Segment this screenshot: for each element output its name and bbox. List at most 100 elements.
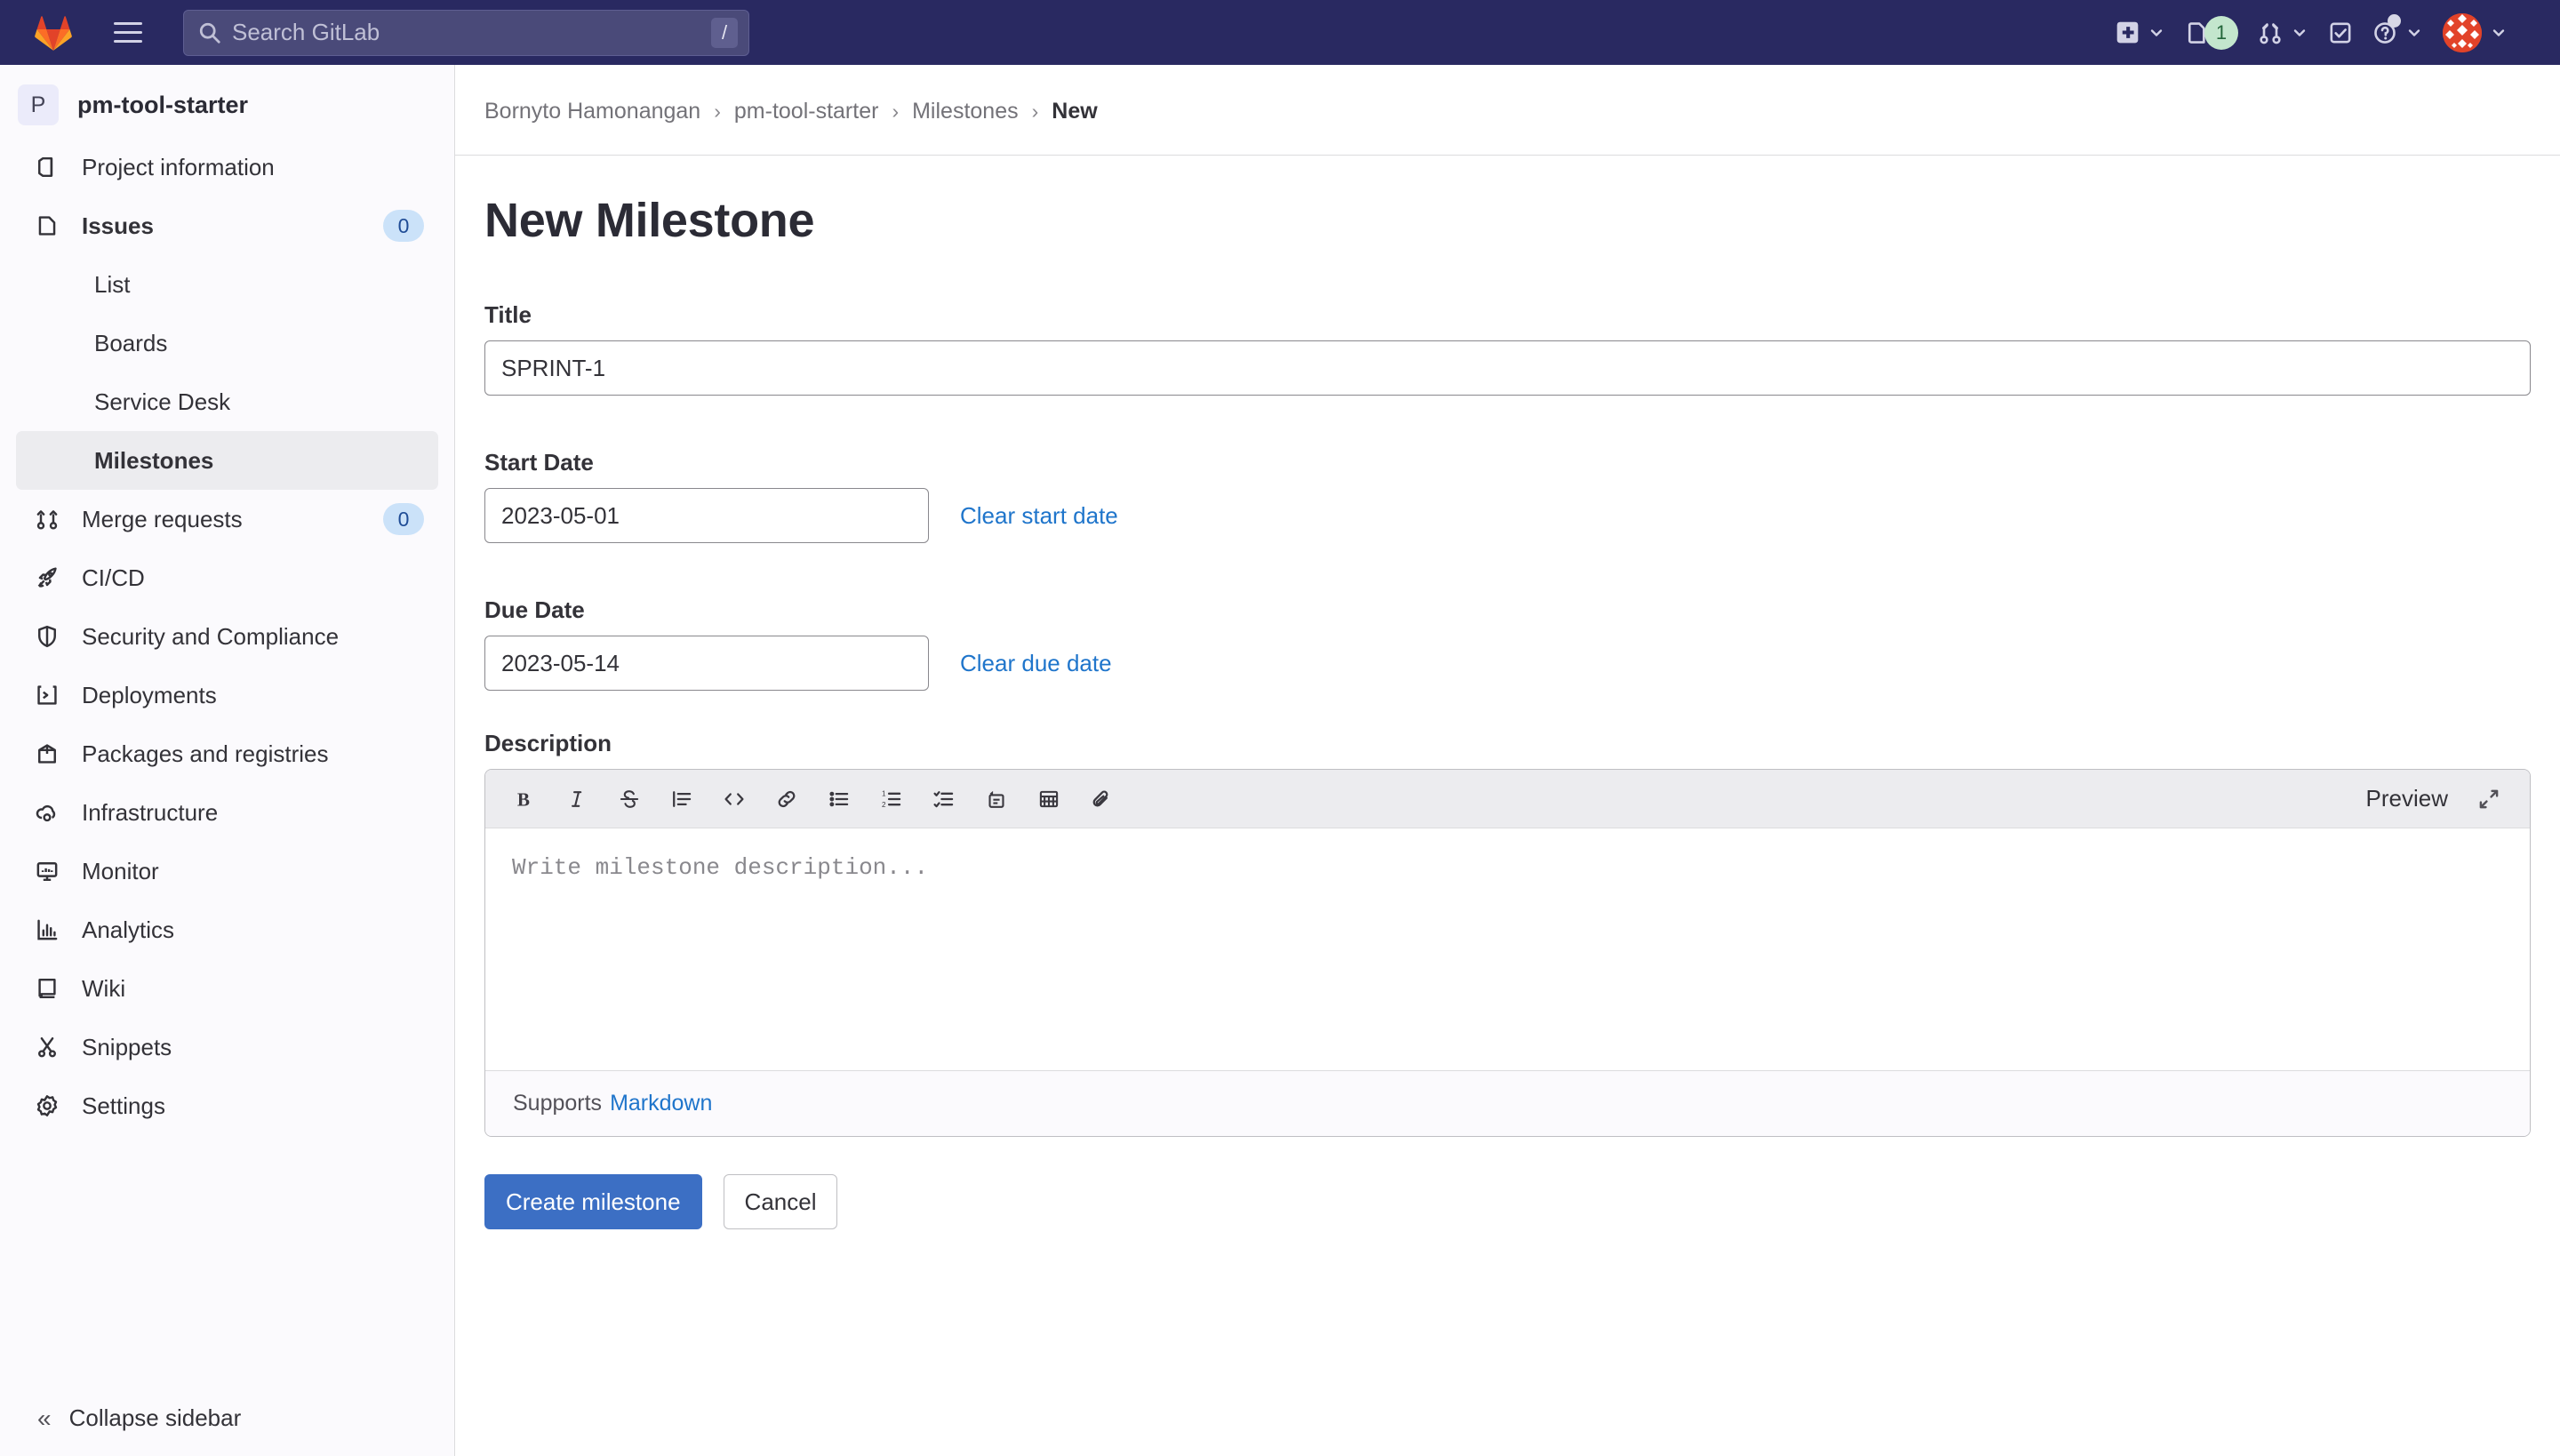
merge-requests-count-badge: 0: [383, 503, 424, 535]
sidebar-item-analytics[interactable]: Analytics: [16, 900, 438, 959]
sidebar-item-settings[interactable]: Settings: [16, 1076, 438, 1135]
project-avatar: P: [18, 84, 59, 125]
issues-count-badge: 1: [2204, 15, 2238, 50]
sidebar-item-deployments[interactable]: Deployments: [16, 666, 438, 724]
sidebar-subitem-label: Service Desk: [94, 388, 231, 415]
form-actions: Create milestone Cancel: [484, 1174, 2531, 1229]
code-icon[interactable]: [711, 776, 757, 822]
sidebar-item-snippets[interactable]: Snippets: [16, 1018, 438, 1076]
sidebar-item-boards[interactable]: Boards: [16, 314, 438, 372]
markdown-help-link[interactable]: Markdown: [610, 1091, 712, 1116]
page-title: New Milestone: [484, 194, 815, 247]
search-icon: [198, 21, 221, 44]
sidebar-item-label: Security and Compliance: [82, 622, 340, 650]
chevron-down-icon: [2405, 24, 2423, 42]
breadcrumb-item-group[interactable]: Bornyto Hamonangan: [484, 99, 700, 124]
sidebar-item-infrastructure[interactable]: Infrastructure: [16, 783, 438, 842]
quote-icon[interactable]: [659, 776, 705, 822]
sidebar-item-wiki[interactable]: Wiki: [16, 959, 438, 1018]
navbar-merge-requests-button[interactable]: [2248, 0, 2318, 65]
breadcrumb-item-project[interactable]: pm-tool-starter: [734, 99, 879, 124]
chevron-down-icon: [2291, 24, 2308, 42]
markdown-support-text: Supports: [513, 1091, 603, 1116]
collapse-sidebar-button[interactable]: « Collapse sidebar: [0, 1380, 454, 1456]
description-textarea[interactable]: [485, 828, 2530, 1064]
book-icon: [33, 974, 61, 1003]
search-input[interactable]: [232, 19, 711, 46]
due-date-row: Clear due date: [484, 636, 2531, 691]
package-icon: [33, 740, 61, 768]
sidebar-item-project-information[interactable]: Project information: [16, 138, 438, 196]
chevron-down-icon: [2148, 24, 2165, 42]
hamburger-menu-icon[interactable]: [101, 8, 155, 58]
breadcrumb-item-milestones[interactable]: Milestones: [912, 99, 1019, 124]
markdown-footer: Supports Markdown: [485, 1070, 2530, 1136]
sidebar-subitem-label: List: [94, 270, 131, 298]
sidebar-subitem-label: Milestones: [94, 446, 214, 474]
sidebar-item-label: Monitor: [82, 857, 159, 884]
global-search-box[interactable]: /: [183, 9, 749, 56]
due-date-input[interactable]: [484, 636, 929, 691]
strikethrough-icon[interactable]: [606, 776, 652, 822]
user-menu-button[interactable]: [2433, 0, 2517, 65]
fullscreen-expand-icon[interactable]: [2468, 778, 2510, 820]
sidebar-item-monitor[interactable]: Monitor: [16, 842, 438, 900]
sidebar-item-list[interactable]: List: [16, 255, 438, 314]
markdown-editor: B 1 2 Preview Write milestone descriptio…: [484, 769, 2531, 1137]
sidebar-item-security-and-compliance[interactable]: Security and Compliance: [16, 607, 438, 666]
sidebar-item-merge-requests[interactable]: Merge requests 0: [16, 490, 438, 548]
create-milestone-button[interactable]: Create milestone: [484, 1174, 702, 1229]
sidebar-project-header[interactable]: P pm-tool-starter: [0, 72, 454, 138]
rocket-icon: [33, 564, 61, 592]
table-icon[interactable]: [1026, 776, 1072, 822]
project-name: pm-tool-starter: [77, 91, 249, 118]
navbar-todos-button[interactable]: [2318, 0, 2363, 65]
sidebar-item-label: Infrastructure: [82, 798, 219, 826]
bullet-list-icon[interactable]: [816, 776, 862, 822]
sidebar-item-label: Project information: [82, 153, 275, 180]
italic-icon[interactable]: [554, 776, 600, 822]
preview-toggle-button[interactable]: Preview: [2356, 780, 2459, 818]
breadcrumb: Bornyto Hamonangan › pm-tool-starter › M…: [484, 99, 1098, 124]
deployments-icon: [33, 681, 61, 709]
gear-icon: [33, 1092, 61, 1120]
breadcrumb-separator: ›: [714, 100, 721, 123]
start-date-label: Start Date: [484, 449, 594, 476]
sidebar-item-label: Settings: [82, 1092, 165, 1119]
start-date-input[interactable]: [484, 488, 929, 543]
breadcrumb-bar: Bornyto Hamonangan › pm-tool-starter › M…: [455, 65, 2560, 156]
sidebar-item-label: Issues: [82, 212, 154, 239]
create-new-button[interactable]: [2106, 0, 2175, 65]
double-chevron-left-icon: «: [37, 1404, 52, 1432]
link-icon[interactable]: [764, 776, 810, 822]
bold-icon[interactable]: B: [501, 776, 548, 822]
sidebar-item-label: Snippets: [82, 1033, 172, 1060]
sidebar-subitem-label: Boards: [94, 329, 168, 356]
breadcrumb-item-new: New: [1052, 99, 1098, 124]
attachment-icon[interactable]: [1078, 776, 1124, 822]
navbar-issues-button[interactable]: 1: [2175, 0, 2248, 65]
sidebar-item-cicd[interactable]: CI/CD: [16, 548, 438, 607]
sidebar-item-label: Deployments: [82, 681, 217, 708]
due-date-label: Due Date: [484, 596, 585, 623]
clear-start-date-link[interactable]: Clear start date: [960, 502, 1118, 530]
sidebar-item-service-desk[interactable]: Service Desk: [16, 372, 438, 431]
chart-bar-icon: [33, 916, 61, 944]
numbered-list-icon[interactable]: 1 2: [868, 776, 915, 822]
clear-due-date-link[interactable]: Clear due date: [960, 650, 1112, 677]
cancel-button[interactable]: Cancel: [723, 1174, 838, 1229]
todo-check-icon: [2330, 22, 2351, 43]
sidebar-item-milestones[interactable]: Milestones: [16, 431, 438, 490]
collapsible-section-icon[interactable]: [973, 776, 1020, 822]
sidebar-item-label: Merge requests: [82, 505, 243, 532]
navbar-help-button[interactable]: [2363, 0, 2433, 65]
sidebar-item-issues[interactable]: Issues 0: [16, 196, 438, 255]
description-label: Description: [484, 730, 612, 756]
scissors-icon: [33, 1033, 61, 1061]
sidebar-item-packages-and-registries[interactable]: Packages and registries: [16, 724, 438, 783]
markdown-toolbar-right: Preview: [2356, 778, 2510, 820]
breadcrumb-separator: ›: [1031, 100, 1039, 123]
gitlab-tanuki-icon[interactable]: [28, 8, 78, 58]
title-input[interactable]: [484, 340, 2531, 396]
task-list-icon[interactable]: [921, 776, 967, 822]
